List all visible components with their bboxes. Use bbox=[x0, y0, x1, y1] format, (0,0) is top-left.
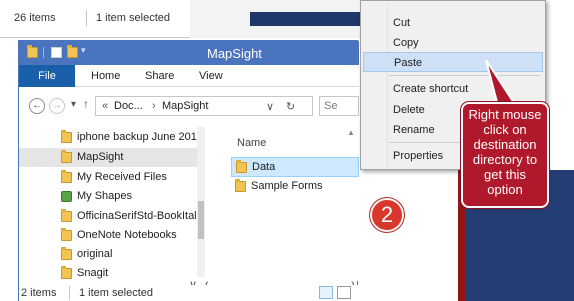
tab-view[interactable]: View bbox=[199, 70, 223, 82]
overflow-chevron[interactable]: « bbox=[102, 100, 108, 112]
background-toolbar bbox=[190, 0, 360, 38]
file-row-sample-forms[interactable]: Sample Forms bbox=[231, 177, 359, 197]
background-dark-strip bbox=[250, 12, 360, 26]
file-list-pane: ▲ Name Data Sample Forms bbox=[211, 121, 359, 281]
address-bar[interactable]: « Doc... › MapSight ∨ ↻ bbox=[95, 96, 313, 116]
nav-item-iphone-backup[interactable]: iphone backup June 2015 bbox=[19, 128, 197, 147]
file-name: Data bbox=[252, 161, 276, 173]
tab-home[interactable]: Home bbox=[91, 70, 120, 82]
background-status-bar: 26 items 1 item selected bbox=[0, 0, 360, 38]
up-arrow-icon[interactable]: ↑ bbox=[83, 97, 89, 111]
menu-item-label: Properties bbox=[393, 150, 444, 162]
nav-item-label: OfficinaSerifStd-BookItali bbox=[77, 210, 197, 222]
menu-item-copy[interactable]: Copy bbox=[363, 33, 543, 53]
divider bbox=[43, 47, 44, 58]
status-divider bbox=[86, 10, 87, 26]
title-bar[interactable]: ▾ MapSight bbox=[19, 41, 359, 65]
navigation-scrollbar[interactable] bbox=[197, 127, 205, 277]
file-name: Sample Forms bbox=[251, 180, 323, 192]
shapes-folder-icon bbox=[61, 191, 72, 202]
menu-item-cut[interactable]: Cut bbox=[363, 13, 543, 33]
menu-item-label: Rename bbox=[393, 124, 435, 136]
forward-button[interactable]: → bbox=[49, 98, 65, 114]
address-row: ← → ▾ ↑ « Doc... › MapSight ∨ ↻ Se bbox=[19, 87, 359, 121]
folder-icon bbox=[61, 247, 72, 260]
nav-item-label: My Shapes bbox=[77, 190, 133, 202]
tab-share[interactable]: Share bbox=[145, 70, 174, 82]
nav-item-label: MapSight bbox=[77, 151, 124, 163]
breadcrumb-mapsight[interactable]: MapSight bbox=[162, 100, 208, 112]
search-placeholder: Se bbox=[324, 100, 338, 112]
breadcrumb-separator: › bbox=[152, 100, 156, 112]
status-divider bbox=[69, 286, 70, 300]
nav-item-onenote-notebooks[interactable]: OneNote Notebooks bbox=[19, 226, 197, 245]
folder-icon bbox=[61, 266, 72, 279]
background-selected-count: 1 item selected bbox=[96, 12, 170, 24]
refresh-icon[interactable]: ↻ bbox=[286, 100, 295, 113]
file-row-data[interactable]: Data bbox=[231, 157, 359, 177]
menu-separator bbox=[389, 75, 541, 76]
breadcrumb-documents[interactable]: Doc... bbox=[114, 100, 143, 112]
callout-box: Right mouse click on destination directo… bbox=[461, 102, 549, 208]
folder-icon bbox=[61, 150, 72, 163]
nav-item-mapsight[interactable]: MapSight bbox=[19, 148, 197, 167]
callout-pointer bbox=[485, 59, 518, 107]
nav-item-snagit[interactable]: Snagit bbox=[19, 264, 197, 283]
nav-item-label: OneNote Notebooks bbox=[77, 229, 177, 241]
column-header-name[interactable]: Name bbox=[237, 137, 266, 149]
scrollbar-thumb[interactable] bbox=[198, 201, 204, 239]
explorer-window: ▾ MapSight File Home Share View ← → ▾ ↑ … bbox=[18, 40, 359, 301]
folder-icon bbox=[61, 209, 72, 222]
nav-item-my-shapes[interactable]: My Shapes bbox=[19, 187, 197, 206]
menu-item-label: Delete bbox=[393, 104, 425, 116]
menu-item-label: Cut bbox=[393, 17, 411, 29]
menu-item-label: Paste bbox=[394, 57, 423, 69]
properties-icon[interactable] bbox=[51, 47, 62, 58]
recent-locations-chevron-icon[interactable]: ▾ bbox=[71, 99, 76, 110]
nav-item-original[interactable]: original bbox=[19, 245, 197, 264]
background-items-count: 26 items bbox=[14, 12, 56, 24]
step-badge: 2 bbox=[370, 198, 404, 232]
menu-item-label: Create shortcut bbox=[393, 83, 469, 95]
items-count: 2 items bbox=[21, 287, 57, 299]
folder-icon bbox=[236, 160, 247, 173]
large-icons-view-icon[interactable] bbox=[337, 286, 351, 299]
menu-item-label: Copy bbox=[393, 37, 419, 49]
details-view-icon[interactable] bbox=[319, 286, 333, 299]
folder-icon bbox=[61, 130, 72, 143]
navigation-pane: iphone backup June 2015 MapSight My Rece… bbox=[19, 121, 205, 281]
nav-item-label: Snagit bbox=[77, 267, 109, 279]
nav-item-officinaserif[interactable]: OfficinaSerifStd-BookItali bbox=[19, 207, 197, 226]
window-title: MapSight bbox=[207, 46, 262, 61]
folder-icon bbox=[235, 179, 246, 192]
search-input[interactable]: Se bbox=[319, 96, 359, 116]
folder-icon bbox=[61, 228, 72, 241]
folder-icon bbox=[61, 170, 72, 183]
customize-quick-access-icon[interactable]: ▾ bbox=[81, 45, 92, 56]
nav-item-label: My Received Files bbox=[77, 171, 167, 183]
selected-count: 1 item selected bbox=[79, 287, 153, 299]
status-bar: 2 items 1 item selected bbox=[19, 285, 359, 301]
ribbon-tabs: File Home Share View bbox=[19, 65, 359, 87]
callout-text: Right mouse click on destination directo… bbox=[468, 107, 542, 197]
sort-arrow-icon: ▲ bbox=[347, 128, 355, 137]
nav-item-label: original bbox=[77, 248, 113, 260]
back-button[interactable]: ← bbox=[29, 98, 45, 114]
nav-item-label: iphone backup June 2015 bbox=[77, 131, 197, 143]
new-folder-icon[interactable] bbox=[67, 45, 78, 58]
address-dropdown-icon[interactable]: ∨ bbox=[266, 100, 274, 113]
tab-file[interactable]: File bbox=[19, 65, 75, 87]
folder-icon bbox=[27, 45, 38, 58]
nav-item-my-received-files[interactable]: My Received Files bbox=[19, 168, 197, 187]
